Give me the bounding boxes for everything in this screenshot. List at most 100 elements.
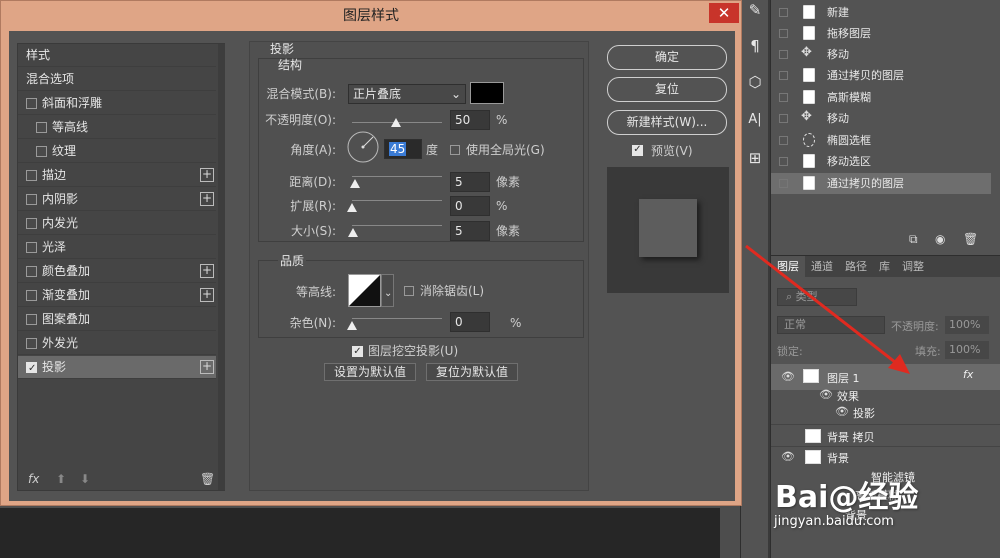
antialias-checkbox[interactable]: [404, 286, 414, 296]
size-slider-knob[interactable]: [348, 228, 358, 237]
eye-icon[interactable]: 👁: [781, 450, 795, 463]
add-icon[interactable]: +: [200, 360, 214, 374]
angle-dial[interactable]: [346, 130, 380, 164]
style-list-styles[interactable]: 样式: [18, 44, 216, 67]
spread-slider-knob[interactable]: [347, 203, 357, 212]
checkbox[interactable]: [26, 266, 37, 277]
style-list-blend-options[interactable]: 混合选项: [18, 68, 216, 91]
move-down-icon[interactable]: ⬇: [80, 472, 90, 486]
add-icon[interactable]: +: [200, 192, 214, 206]
trash-icon[interactable]: 🗑: [200, 472, 215, 486]
make-default-button[interactable]: 设置为默认值: [324, 363, 416, 381]
history-item[interactable]: 通过拷贝的图层: [771, 65, 991, 86]
history-item[interactable]: 椭圆选框: [771, 130, 991, 151]
history-item[interactable]: ✥ 移动: [771, 108, 991, 129]
document-icon: [803, 68, 815, 82]
camera-icon[interactable]: ◉: [935, 232, 945, 246]
style-item-outer-glow[interactable]: 外发光: [18, 332, 216, 355]
history-item[interactable]: 移动选区: [771, 151, 991, 172]
opacity-slider-knob[interactable]: [391, 118, 401, 127]
brush-icon[interactable]: ✎: [745, 0, 765, 20]
layer-row-bg-copy[interactable]: 背景 拷贝: [771, 424, 1000, 448]
history-item[interactable]: 高斯模糊: [771, 87, 991, 108]
size-label: 大小(S):: [290, 224, 336, 238]
fx-icon[interactable]: fx: [28, 472, 39, 486]
close-button[interactable]: ✕: [709, 3, 739, 23]
fx-icon[interactable]: fx: [963, 368, 973, 381]
history-item[interactable]: 拖移图层: [771, 23, 991, 44]
style-item-satin[interactable]: 光泽: [18, 236, 216, 259]
grid-icon[interactable]: ⊞: [745, 148, 765, 168]
paragraph-icon[interactable]: ¶: [745, 36, 765, 56]
style-item-inner-shadow[interactable]: 内阴影 +: [18, 188, 216, 211]
reset-button[interactable]: 复位: [607, 77, 727, 102]
scrollbar[interactable]: [218, 44, 225, 490]
spread-input[interactable]: 0: [450, 196, 490, 216]
red-arrow: [745, 244, 910, 374]
checkbox[interactable]: [26, 338, 37, 349]
svg-text:⌄: ⌄: [384, 288, 392, 299]
checkbox[interactable]: [26, 98, 37, 109]
blend-mode-select[interactable]: 正片叠底 ⌄: [348, 84, 466, 104]
style-item-color-overlay[interactable]: 颜色叠加 +: [18, 260, 216, 283]
distance-slider-knob[interactable]: [350, 179, 360, 188]
noise-slider[interactable]: [352, 318, 442, 319]
style-list: 样式 混合选项 斜面和浮雕 等高线 纹理 描边 + 内阴影 + 内发光 光泽 颜色叠…: [17, 43, 225, 491]
global-light-checkbox[interactable]: [450, 145, 460, 155]
layer-style-dialog: 图层样式 ✕ 样式 混合选项 斜面和浮雕 等高线 纹理 描边 + 内阴影 + 内发光…: [0, 0, 742, 506]
add-icon[interactable]: +: [200, 288, 214, 302]
history-item[interactable]: 新建: [771, 2, 991, 23]
contour-picker[interactable]: ⌄: [348, 274, 396, 308]
checkbox[interactable]: [26, 194, 37, 205]
eye-icon[interactable]: 👁: [835, 405, 849, 418]
new-style-button[interactable]: 新建样式(W)...: [607, 110, 727, 135]
checkbox[interactable]: [26, 170, 37, 181]
preview-thumbnail: [639, 199, 697, 257]
style-item-drop-shadow[interactable]: 投影+: [18, 356, 216, 380]
style-item-inner-glow[interactable]: 内发光: [18, 212, 216, 235]
checkbox[interactable]: [36, 122, 47, 133]
add-icon[interactable]: +: [200, 264, 214, 278]
layer-row-bg[interactable]: 👁 背景: [771, 446, 1000, 468]
preview-checkbox[interactable]: ✓: [632, 145, 643, 156]
angle-input[interactable]: 45: [384, 139, 422, 159]
angle-label: 角度(A):: [290, 143, 336, 157]
noise-label: 杂色(N):: [289, 316, 336, 330]
style-item-gradient-overlay[interactable]: 渐变叠加 +: [18, 284, 216, 307]
spread-slider[interactable]: [352, 200, 442, 201]
style-item-texture[interactable]: 纹理: [18, 140, 216, 163]
trash-icon[interactable]: 🗑: [963, 232, 978, 246]
size-input[interactable]: 5: [450, 221, 490, 241]
baidu-watermark: Bai@经验: [775, 480, 919, 515]
checkbox[interactable]: [26, 314, 37, 325]
reset-default-button[interactable]: 复位为默认值: [426, 363, 518, 381]
effect-shadow-row[interactable]: 👁 投影: [771, 403, 1000, 423]
distance-input[interactable]: 5: [450, 172, 490, 192]
checkbox[interactable]: [26, 218, 37, 229]
style-item-pattern-overlay[interactable]: 图案叠加: [18, 308, 216, 331]
history-item[interactable]: ✥ 移动: [771, 44, 991, 65]
opacity-field[interactable]: 100%: [945, 316, 989, 334]
checkbox[interactable]: [26, 242, 37, 253]
ok-button[interactable]: 确定: [607, 45, 727, 70]
style-item-stroke[interactable]: 描边 +: [18, 164, 216, 187]
distance-slider[interactable]: [352, 176, 442, 177]
eye-icon[interactable]: 👁: [819, 388, 833, 401]
checkbox[interactable]: [36, 146, 47, 157]
checkbox[interactable]: [26, 290, 37, 301]
3d-box-icon[interactable]: ⬡: [745, 72, 765, 92]
style-item-bevel[interactable]: 斜面和浮雕: [18, 92, 216, 115]
move-up-icon[interactable]: ⬆: [56, 472, 66, 486]
character-icon[interactable]: A|: [745, 110, 765, 130]
checkbox-checked[interactable]: [26, 357, 37, 380]
add-icon[interactable]: +: [200, 168, 214, 182]
history-item-active[interactable]: 通过拷贝的图层: [771, 173, 991, 194]
opacity-input[interactable]: 50: [450, 110, 490, 130]
size-slider[interactable]: [352, 225, 442, 226]
shadow-color-swatch[interactable]: [470, 82, 504, 104]
knockout-checkbox[interactable]: ✓: [352, 346, 363, 357]
noise-slider-knob[interactable]: [347, 321, 357, 330]
noise-input[interactable]: 0: [450, 312, 490, 332]
fill-field[interactable]: 100%: [945, 341, 989, 359]
style-item-contour[interactable]: 等高线: [18, 116, 216, 139]
